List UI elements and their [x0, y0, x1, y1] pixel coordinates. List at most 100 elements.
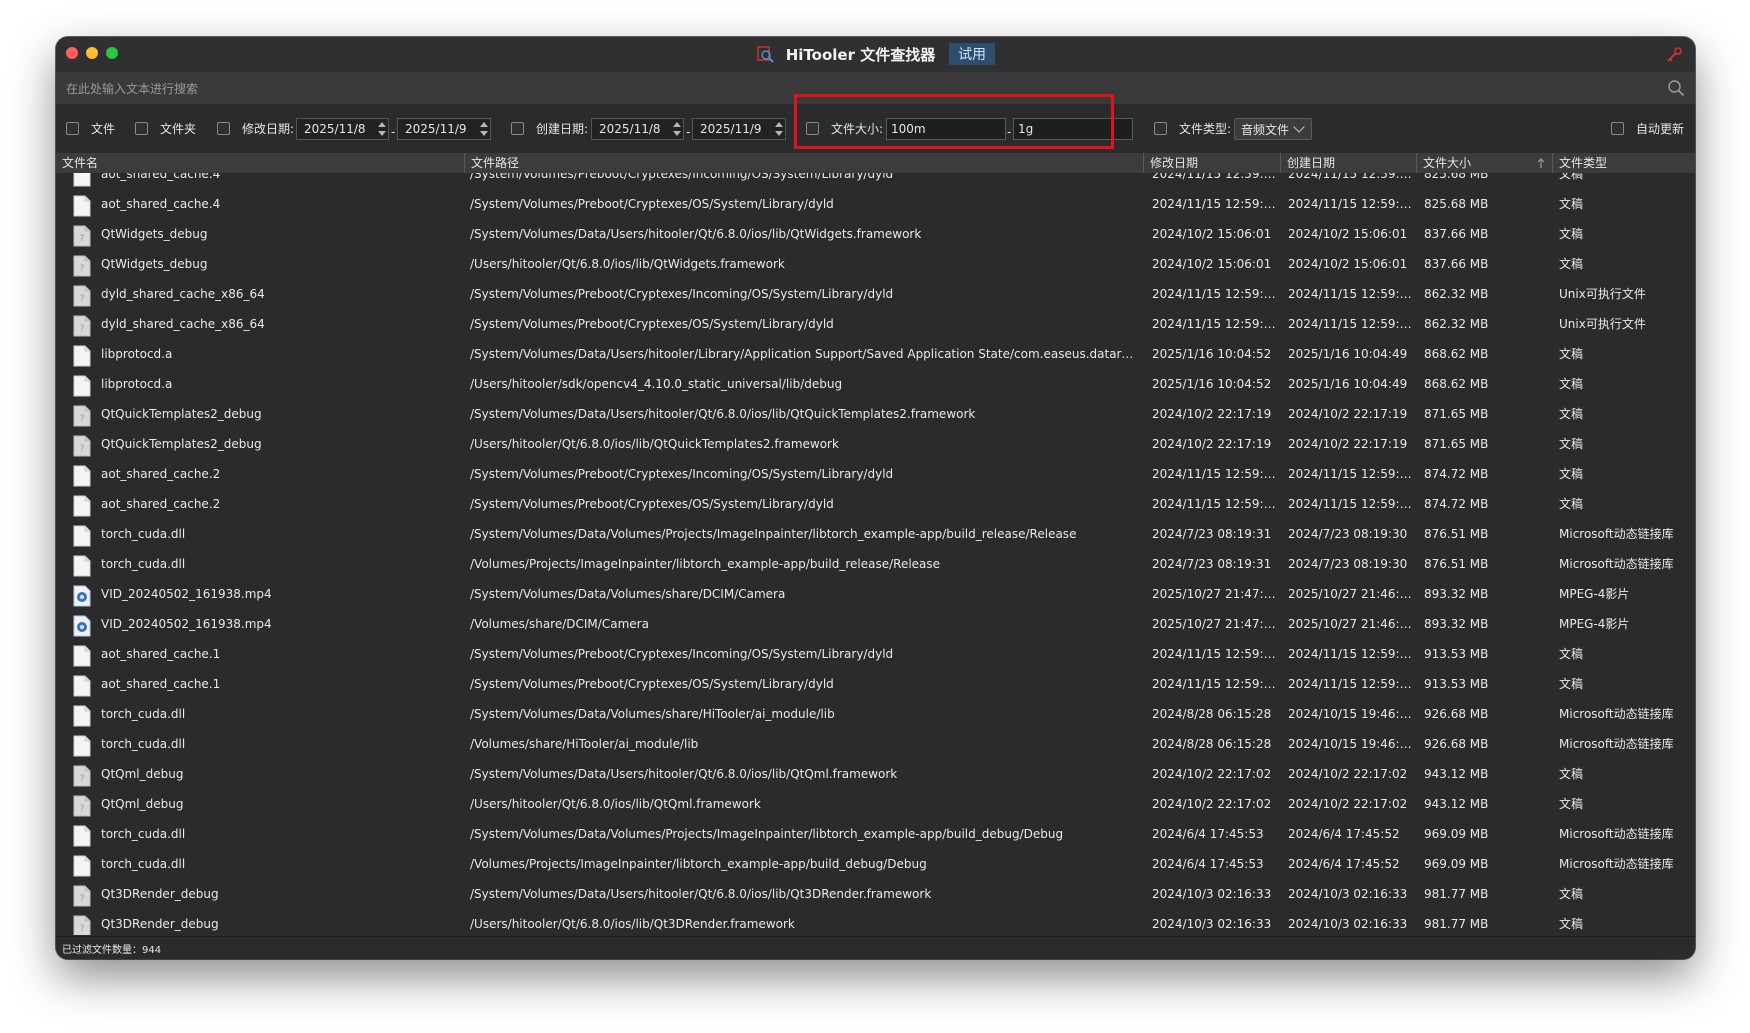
- cell-size: 893.32 MB: [1424, 617, 1489, 631]
- cell-modified: 2024/8/28 06:15:28: [1152, 737, 1272, 751]
- table-row[interactable]: torch_cuda.dll/Volumes/share/HiTooler/ai…: [56, 729, 1695, 759]
- cell-modified: 2025/10/27 21:47:41: [1152, 617, 1277, 631]
- search-icon[interactable]: [1667, 79, 1685, 97]
- table-row[interactable]: torch_cuda.dll/Volumes/Projects/ImageInp…: [56, 849, 1695, 879]
- created-to-stepper[interactable]: [773, 119, 785, 139]
- column-header-path[interactable]: 文件路径: [465, 153, 1144, 173]
- table-row[interactable]: aot_shared_cache.1/System/Volumes/Preboo…: [56, 669, 1695, 699]
- cell-path: /System/Volumes/Preboot/Cryptexes/OS/Sys…: [470, 677, 834, 691]
- column-header-created[interactable]: 创建日期: [1281, 153, 1417, 173]
- auto-update-checkbox[interactable]: [1611, 122, 1624, 135]
- auto-update-toggle[interactable]: 自动更新: [1611, 104, 1684, 153]
- file-type-checkbox[interactable]: [1154, 122, 1167, 135]
- table-row[interactable]: aot_shared_cache.2/System/Volumes/Preboo…: [56, 459, 1695, 489]
- trial-badge[interactable]: 试用: [949, 43, 996, 65]
- cell-name: VID_20240502_161938.mp4: [101, 617, 272, 631]
- cell-created: 2024/10/3 02:16:33: [1288, 887, 1408, 901]
- table-row[interactable]: ? Qt3DRender_debug/Users/hitooler/Qt/6.8.…: [56, 909, 1695, 935]
- cell-created: 2024/7/23 08:19:30: [1288, 557, 1408, 571]
- table-row[interactable]: ? dyld_shared_cache_x86_64/System/Volumes…: [56, 309, 1695, 339]
- unknown-file-icon: ?: [73, 405, 91, 427]
- cell-name: aot_shared_cache.1: [101, 647, 221, 661]
- file-type-label: 文件类型:: [1179, 122, 1232, 136]
- created-from-value: 2025/11/8: [599, 122, 661, 136]
- chevron-down-icon: [1293, 121, 1305, 133]
- cell-path: /System/Volumes/Data/Users/hitooler/Qt/6…: [470, 887, 932, 901]
- table-row[interactable]: ? QtQml_debug/Users/hitooler/Qt/6.8.0/ios…: [56, 789, 1695, 819]
- table-row[interactable]: torch_cuda.dll/System/Volumes/Data/Volum…: [56, 519, 1695, 549]
- table-row[interactable]: aot_shared_cache.1/System/Volumes/Preboo…: [56, 639, 1695, 669]
- cell-created: 2025/1/16 10:04:49: [1288, 347, 1408, 361]
- folder-filter[interactable]: 文件夹: [135, 104, 196, 153]
- cell-type: 文稿: [1559, 767, 1584, 781]
- document-icon: [73, 495, 91, 517]
- cell-size: 893.32 MB: [1424, 587, 1489, 601]
- table-row[interactable]: ? QtQuickTemplates2_debug/Users/hitooler/…: [56, 429, 1695, 459]
- cell-type: Unix可执行文件: [1559, 287, 1646, 301]
- cell-path: /System/Volumes/Preboot/Cryptexes/OS/Sys…: [470, 497, 834, 511]
- modified-to-stepper[interactable]: [478, 119, 490, 139]
- table-row[interactable]: ? QtWidgets_debug/System/Volumes/Data/Use…: [56, 219, 1695, 249]
- table-row[interactable]: torch_cuda.dll/Volumes/Projects/ImageInp…: [56, 549, 1695, 579]
- table-row[interactable]: aot_shared_cache.4/System/Volumes/Preboo…: [56, 189, 1695, 219]
- svg-text:?: ?: [80, 774, 85, 784]
- folder-checkbox[interactable]: [135, 122, 148, 135]
- modified-date-filter[interactable]: 修改日期:: [217, 104, 294, 153]
- cell-size: 825.68 MB: [1424, 173, 1489, 181]
- cell-name: libprotocd.a: [101, 377, 173, 391]
- table-row[interactable]: torch_cuda.dll/System/Volumes/Data/Volum…: [56, 819, 1695, 849]
- cell-type: 文稿: [1559, 497, 1584, 511]
- table-row[interactable]: aot_shared_cache.4/System/Volumes/Preboo…: [56, 173, 1695, 189]
- cell-type: 文稿: [1559, 887, 1584, 901]
- modified-date-checkbox[interactable]: [217, 122, 230, 135]
- cell-created: 2024/11/15 12:59:47: [1288, 677, 1413, 691]
- created-to-date-picker[interactable]: 2025/11/9: [692, 118, 786, 140]
- table-row[interactable]: ? QtQuickTemplates2_debug/System/Volumes/…: [56, 399, 1695, 429]
- video-file-icon: [73, 585, 91, 607]
- cell-modified: 2024/11/15 12:59:47: [1152, 287, 1277, 301]
- created-date-filter[interactable]: 创建日期:: [511, 104, 588, 153]
- cell-modified: 2024/11/15 12:59:47: [1152, 647, 1277, 661]
- table-row[interactable]: ? QtWidgets_debug/Users/hitooler/Qt/6.8.0…: [56, 249, 1695, 279]
- created-range-separator: -: [686, 125, 691, 139]
- cell-created: 2024/11/15 12:59:47: [1288, 467, 1413, 481]
- file-checkbox[interactable]: [66, 122, 79, 135]
- cell-name: aot_shared_cache.2: [101, 497, 221, 511]
- file-type-select[interactable]: 音频文件: [1234, 118, 1312, 140]
- column-header-size[interactable]: 文件大小: [1417, 153, 1553, 173]
- cell-modified: 2024/11/15 12:59:47: [1152, 173, 1277, 181]
- table-row[interactable]: VID_20240502_161938.mp4/Volumes/share/DC…: [56, 609, 1695, 639]
- table-row[interactable]: libprotocd.a/Users/hitooler/sdk/opencv4_…: [56, 369, 1695, 399]
- column-header-modified[interactable]: 修改日期: [1144, 153, 1281, 173]
- created-date-checkbox[interactable]: [511, 122, 524, 135]
- document-icon: [73, 705, 91, 727]
- cell-modified: 2024/8/28 06:15:28: [1152, 707, 1272, 721]
- column-header-name[interactable]: 文件名: [56, 153, 465, 173]
- cell-path: /System/Volumes/Preboot/Cryptexes/Incomi…: [470, 287, 894, 301]
- cell-name: torch_cuda.dll: [101, 707, 186, 721]
- modified-to-date-picker[interactable]: 2025/11/9: [397, 118, 491, 140]
- unknown-file-icon: ?: [73, 885, 91, 907]
- table-row[interactable]: VID_20240502_161938.mp4/System/Volumes/D…: [56, 579, 1695, 609]
- created-from-stepper[interactable]: [671, 119, 683, 139]
- created-from-date-picker[interactable]: 2025/11/8: [591, 118, 684, 140]
- cell-name: torch_cuda.dll: [101, 857, 186, 871]
- table-row[interactable]: ? dyld_shared_cache_x86_64/System/Volumes…: [56, 279, 1695, 309]
- table-row[interactable]: ? Qt3DRender_debug/System/Volumes/Data/Us…: [56, 879, 1695, 909]
- cell-size: 871.65 MB: [1424, 407, 1489, 421]
- file-filter[interactable]: 文件: [66, 104, 115, 153]
- table-header: 文件名 文件路径 修改日期 创建日期 文件大小 文件类型: [56, 153, 1695, 173]
- license-key-icon[interactable]: [1665, 46, 1683, 64]
- table-row[interactable]: torch_cuda.dll/System/Volumes/Data/Volum…: [56, 699, 1695, 729]
- column-header-type[interactable]: 文件类型: [1553, 153, 1695, 173]
- table-row[interactable]: libprotocd.a/System/Volumes/Data/Users/h…: [56, 339, 1695, 369]
- modified-from-date-picker[interactable]: 2025/11/8: [296, 118, 389, 140]
- cell-size: 825.68 MB: [1424, 197, 1489, 211]
- modified-from-stepper[interactable]: [376, 119, 388, 139]
- table-row[interactable]: ? QtQml_debug/System/Volumes/Data/Users/h…: [56, 759, 1695, 789]
- cell-modified: 2024/11/15 12:59:47: [1152, 467, 1277, 481]
- table-row[interactable]: aot_shared_cache.2/System/Volumes/Preboo…: [56, 489, 1695, 519]
- file-list[interactable]: aot_shared_cache.4/System/Volumes/Preboo…: [56, 173, 1695, 935]
- created-date-label: 创建日期:: [536, 122, 589, 136]
- file-type-filter[interactable]: 文件类型:: [1154, 104, 1231, 153]
